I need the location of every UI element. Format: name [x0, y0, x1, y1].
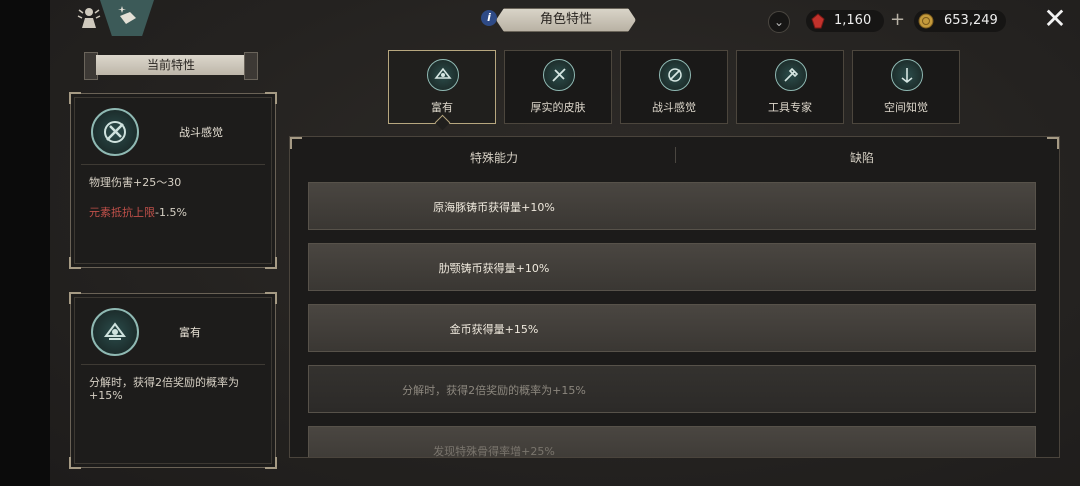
- tab-combat-sense[interactable]: 战斗感觉: [620, 50, 728, 124]
- page-title: 角色特性: [496, 8, 636, 32]
- ability-text: 原海豚铸币获得量+10%: [433, 201, 555, 214]
- card-penalty-line: 元素抵抗上限-1.5%: [89, 204, 187, 220]
- combat-sense-icon: [659, 59, 691, 91]
- list-item: 金币获得量+15%: [308, 304, 1036, 352]
- gold-coin-icon: [918, 13, 934, 37]
- tab-label: 厚实的皮肤: [530, 101, 586, 114]
- card-effect-value: +15%: [89, 389, 123, 402]
- info-icon[interactable]: i: [481, 10, 497, 26]
- ability-text: 分解时，获得2倍奖励的概率为+15%: [402, 384, 586, 397]
- penalty-label: 元素抵抗上限: [89, 206, 155, 219]
- left-black-strip: [0, 0, 50, 486]
- wealthy-icon: [427, 59, 459, 91]
- character-icon[interactable]: [76, 6, 102, 34]
- penalty-value: -1.5%: [155, 206, 187, 219]
- trait-detail-panel: 特殊能力 缺陷 原海豚铸币获得量+10% 肋颚铸币获得量+10% 金币获得量+1…: [289, 136, 1060, 458]
- card-effect-line: 分解时，获得2倍奖励的概率为: [89, 376, 239, 389]
- list-item: 肋颚铸币获得量+10%: [308, 243, 1036, 291]
- divider: [81, 364, 265, 365]
- list-item: 分解时，获得2倍奖励的概率为+15%: [308, 365, 1036, 413]
- header-separator: [675, 147, 676, 163]
- trait-card-wealthy: 富有 分解时，获得2倍奖励的概率为 +15%: [69, 292, 277, 469]
- ruby-icon: [810, 13, 826, 37]
- card-effect-line: 物理伤害+25～30: [89, 176, 182, 189]
- thick-skin-icon: [543, 59, 575, 91]
- card-title: 战斗感觉: [179, 126, 223, 139]
- chevron-down-icon[interactable]: ⌄: [768, 11, 790, 33]
- tab-wealthy[interactable]: 富有: [388, 50, 496, 131]
- card-title: 富有: [179, 326, 201, 339]
- tab-spatial-awareness[interactable]: 空间知觉: [852, 50, 960, 124]
- ruby-currency: 1,160: [806, 10, 884, 32]
- gold-amount: 653,249: [944, 13, 998, 28]
- ruby-amount: 1,160: [834, 13, 872, 28]
- tab-thick-skin[interactable]: 厚实的皮肤: [504, 50, 612, 124]
- tool-expert-icon: [775, 59, 807, 91]
- ability-text: 发现特殊骨得率增+25%: [433, 445, 555, 458]
- ability-text: 金币获得量+15%: [449, 323, 539, 336]
- plate-ornament-right: [244, 52, 258, 80]
- tab-label: 工具专家: [768, 101, 812, 114]
- tab-tool-expert[interactable]: 工具专家: [736, 50, 844, 124]
- list-item: 原海豚铸币获得量+10%: [308, 182, 1036, 230]
- ability-text: 肋颚铸币获得量+10%: [438, 262, 550, 275]
- plus-icon[interactable]: +: [890, 9, 905, 30]
- combat-sense-icon: [91, 108, 139, 156]
- wealthy-icon: [91, 308, 139, 356]
- spatial-awareness-icon: [891, 59, 923, 91]
- tab-label: 战斗感觉: [652, 101, 696, 114]
- column-header-defect: 缺陷: [850, 151, 875, 165]
- tab-label: 空间知觉: [884, 101, 928, 114]
- tab-label: 富有: [431, 101, 453, 114]
- close-icon[interactable]: ✕: [1042, 5, 1068, 33]
- trait-card-combat-sense: 战斗感觉 物理伤害+25～30 元素抵抗上限-1.5%: [69, 92, 277, 269]
- gold-currency: 653,249: [914, 10, 1006, 32]
- current-traits-header: 当前特性: [96, 55, 246, 75]
- divider: [81, 164, 265, 165]
- column-header-special: 特殊能力: [470, 151, 519, 165]
- list-item: 发现特殊骨得率增+25%: [308, 426, 1036, 458]
